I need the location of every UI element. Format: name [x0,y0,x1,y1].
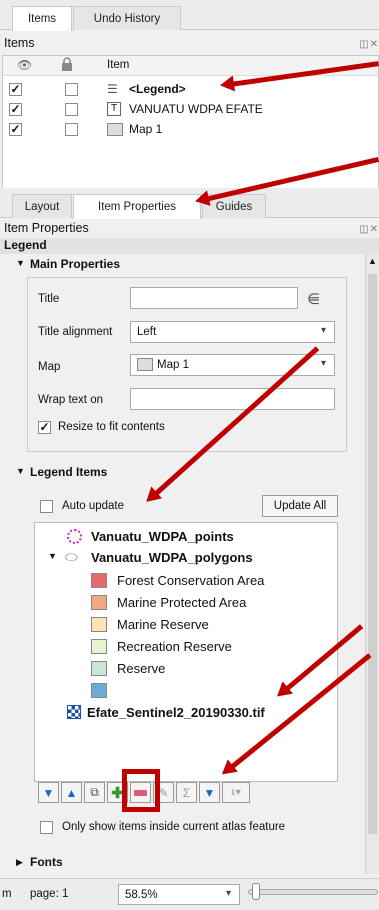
tab-layout[interactable]: Layout [12,194,72,218]
layer-polygons[interactable]: Vanuatu_WDPA_polygons [91,550,253,565]
expand-icon[interactable]: ▼ [48,551,57,561]
legend-swatch [91,683,107,698]
move-up-button[interactable]: ▲ [61,782,82,803]
tab-undo-history[interactable]: Undo History [73,6,181,30]
collapse-icon[interactable]: ▼ [16,258,25,268]
auto-update-label: Auto update [62,500,125,512]
arrow-up-icon: ▲ [65,785,78,800]
filter-button[interactable]: ▼ [199,782,220,803]
page-label: page: 1 [30,888,69,900]
map-select-value: Map 1 [157,359,189,371]
legend-class[interactable]: Marine Protected Area [117,595,246,610]
title-label: Title [38,293,60,305]
raster-layer-icon [67,705,81,719]
item-label: VANUATU WDPA EFATE [129,102,263,116]
layer-points[interactable]: Vanuatu_WDPA_points [91,529,234,544]
mid-tabbar: Layout Item Properties Guides [0,188,379,219]
item-properties-controls[interactable]: ◫✕ [359,224,379,235]
visible-checkbox[interactable]: ✓ [9,103,22,116]
filter-icon: ▼ [203,785,216,800]
scroll-thumb[interactable] [368,274,377,834]
legend-swatch [91,595,107,610]
fonts-header[interactable]: Fonts [30,855,63,869]
auto-update-checkbox[interactable] [40,500,53,513]
status-bar: m page: 1 58.5% [0,878,379,910]
atlas-only-label: Only show items inside current atlas fea… [62,821,286,833]
items-tree[interactable]: 👁 Item ✓ ☰ <Legend> ✓ T VANUATU WDPA EFA… [2,55,379,200]
visible-checkbox[interactable]: ✓ [9,83,22,96]
items-row-map[interactable]: ✓ Map 1 [3,120,378,140]
sigma-icon: Σ [182,785,191,800]
vertical-scrollbar[interactable]: ▲ [365,254,379,874]
zoom-select[interactable]: 58.5% [118,884,240,905]
visible-checkbox[interactable]: ✓ [9,123,22,136]
eye-icon: 👁 [17,58,33,72]
map-label: Map [38,361,61,373]
lock-checkbox[interactable] [65,83,78,96]
zoom-slider[interactable] [248,889,378,895]
expression-icon: ε▾ [231,787,241,798]
legend-swatch [91,639,107,654]
zoom-slider-handle[interactable] [252,883,260,900]
top-tabbar: Items Undo History [0,0,379,31]
column-item-header: Item [107,59,130,71]
legend-class[interactable]: Recreation Reserve [117,639,232,654]
legend-class[interactable]: Marine Reserve [117,617,209,632]
layer-raster[interactable]: Efate_Sentinel2_20190330.tif [87,705,265,720]
legend-items-header[interactable]: Legend Items [30,465,107,479]
items-row-title[interactable]: ✓ T VANUATU WDPA EFATE [3,100,378,120]
title-alignment-select[interactable]: Left [130,321,335,343]
main-properties-header[interactable]: Main Properties [30,257,120,271]
lock-checkbox[interactable] [65,103,78,116]
resize-label: Resize to fit contents [58,421,165,433]
tab-items[interactable]: Items [12,6,72,31]
arrow-down-icon: ▼ [42,785,55,800]
lock-icon [61,57,73,75]
legend-swatch [91,661,107,676]
map-icon [137,358,153,371]
unit-label: m [2,888,12,900]
map-icon [107,123,123,136]
expression-icon[interactable]: ⋹ [307,290,320,308]
legend-icon: ☰ [107,82,118,96]
move-down-button[interactable]: ▼ [38,782,59,803]
lock-checkbox[interactable] [65,123,78,136]
scroll-up-icon[interactable]: ▲ [368,256,377,266]
collapse-icon[interactable]: ▼ [16,466,25,476]
item-label: Map 1 [129,122,163,136]
legend-swatch [91,617,107,632]
legend-swatch [91,573,107,588]
expand-icon[interactable]: ▶ [16,857,23,868]
legend-header: Legend [0,238,379,254]
legend-class[interactable]: Reserve [117,661,165,676]
atlas-only-checkbox[interactable] [40,821,53,834]
items-panel-controls[interactable]: ◫✕ [359,39,379,50]
items-row-legend[interactable]: ✓ ☰ <Legend> [3,80,378,100]
legend-class[interactable]: Forest Conservation Area [117,573,264,588]
items-panel-title: Items [4,36,35,50]
item-label: <Legend> [129,82,186,96]
update-all-button[interactable]: Update All [262,495,338,517]
expression-filter-button[interactable]: ε▾ [222,782,250,803]
resize-checkbox[interactable]: ✓ [38,421,51,434]
highlight-box [122,769,160,812]
wrap-text-label: Wrap text on [38,394,103,406]
legend-items-tree[interactable]: Vanuatu_WDPA_points ▼ ⬭ Vanuatu_WDPA_pol… [34,522,338,782]
item-properties-title: Item Properties [4,221,89,235]
group-icon: ⧉ [90,785,99,799]
add-group-button[interactable]: ⧉ [84,782,105,803]
polygon-layer-icon: ⬭ [65,549,78,566]
count-button[interactable]: Σ [176,782,197,803]
title-alignment-label: Title alignment [38,326,113,338]
title-input[interactable] [130,287,298,309]
point-layer-icon [67,529,82,544]
tab-item-properties[interactable]: Item Properties [73,194,201,219]
text-label-icon: T [107,102,121,116]
wrap-text-input[interactable] [130,388,335,410]
